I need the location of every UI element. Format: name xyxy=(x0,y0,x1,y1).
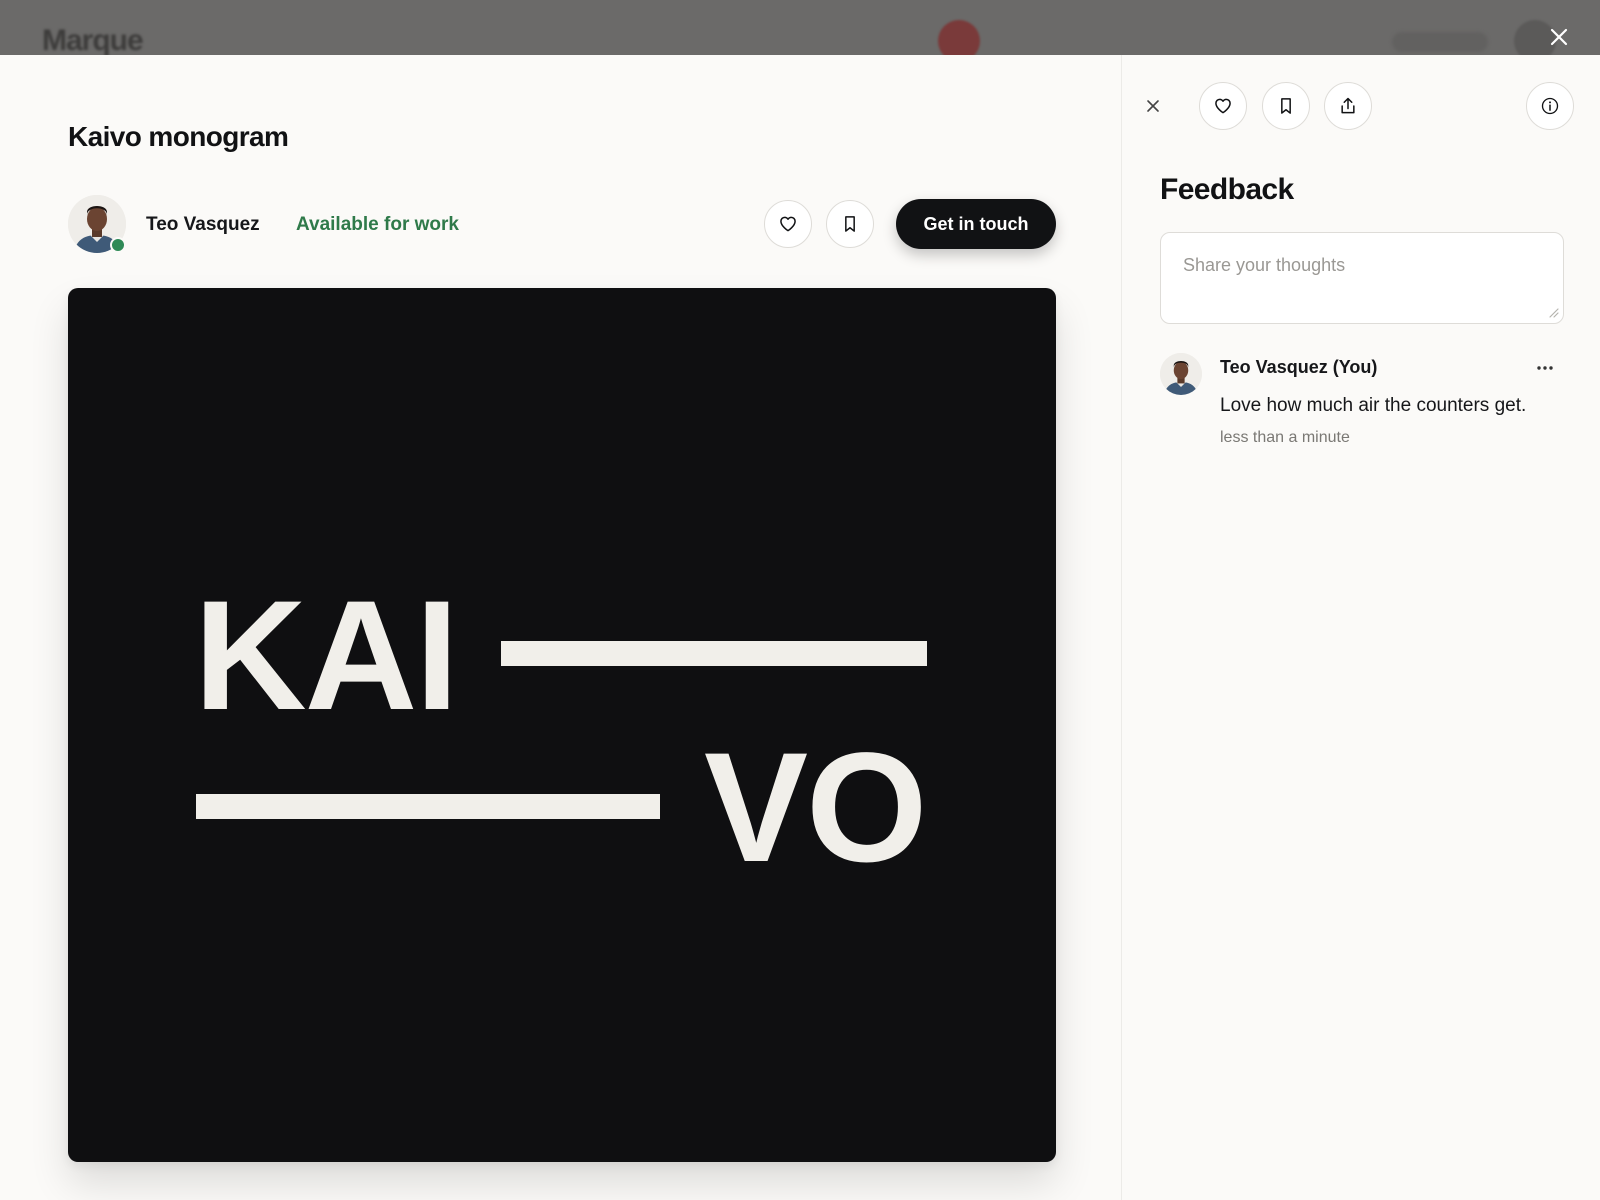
comment-author-name: Teo Vasquez xyxy=(1220,357,1328,377)
close-icon xyxy=(1550,28,1568,46)
availability-status: Available for work xyxy=(296,214,459,235)
feedback-title: Feedback xyxy=(1160,173,1294,206)
background-nav-pill xyxy=(1392,32,1488,52)
panel-save-button[interactable] xyxy=(1262,82,1310,130)
comment-body: Love how much air the counters get. xyxy=(1220,395,1527,416)
comment-more-button[interactable] xyxy=(1530,355,1560,381)
bookmark-icon xyxy=(1281,98,1291,114)
monogram-line-1: KAI xyxy=(194,569,459,743)
resize-grip-icon[interactable] xyxy=(1547,306,1559,318)
close-panel-button[interactable] xyxy=(1140,93,1166,119)
info-icon xyxy=(1541,97,1559,115)
monogram-line-2: VO xyxy=(704,721,927,895)
shot-modal: Kaivo monogram Teo Vasquez Available for… xyxy=(0,55,1600,1200)
avatar-portrait xyxy=(1160,353,1202,395)
comment-you-tag: (You) xyxy=(1332,357,1378,377)
modal-close-button[interactable] xyxy=(1544,22,1574,52)
like-button[interactable] xyxy=(764,200,812,248)
comment-avatar[interactable] xyxy=(1160,353,1202,395)
panel-info-button[interactable] xyxy=(1526,82,1574,130)
panel-like-button[interactable] xyxy=(1199,82,1247,130)
shot-title: Kaivo monogram xyxy=(68,121,289,152)
monogram-bar-top xyxy=(501,641,927,666)
heart-icon xyxy=(1215,98,1231,114)
background-logo: Marque xyxy=(42,24,144,55)
shot-main-column: Kaivo monogram Teo Vasquez Available for… xyxy=(0,55,1121,1200)
online-status-dot xyxy=(110,237,126,253)
bookmark-icon xyxy=(845,216,855,232)
share-icon xyxy=(1341,97,1355,114)
background-app-bar: Marque xyxy=(0,0,1600,55)
author-name[interactable]: Teo Vasquez xyxy=(146,214,260,236)
heart-icon xyxy=(780,216,796,232)
panel-share-button[interactable] xyxy=(1324,82,1372,130)
get-in-touch-button[interactable]: Get in touch xyxy=(896,199,1056,249)
comment-timestamp: less than a minute xyxy=(1220,429,1350,446)
shot-artwork: KAI VO xyxy=(68,288,1056,1162)
close-icon xyxy=(1147,100,1159,112)
background-badge xyxy=(938,20,980,55)
monogram-bar-bottom xyxy=(196,794,660,819)
comment-author[interactable]: Teo Vasquez (You) xyxy=(1220,357,1377,378)
save-button[interactable] xyxy=(826,200,874,248)
more-icon xyxy=(1537,366,1553,370)
feedback-panel: Feedback Teo Vasquez (You) xyxy=(1121,55,1600,1200)
author-row: Teo Vasquez Available for work Get in to… xyxy=(68,195,1056,257)
feedback-input[interactable] xyxy=(1160,232,1564,324)
comment-item: Teo Vasquez (You) Love how much air the … xyxy=(1160,353,1564,463)
